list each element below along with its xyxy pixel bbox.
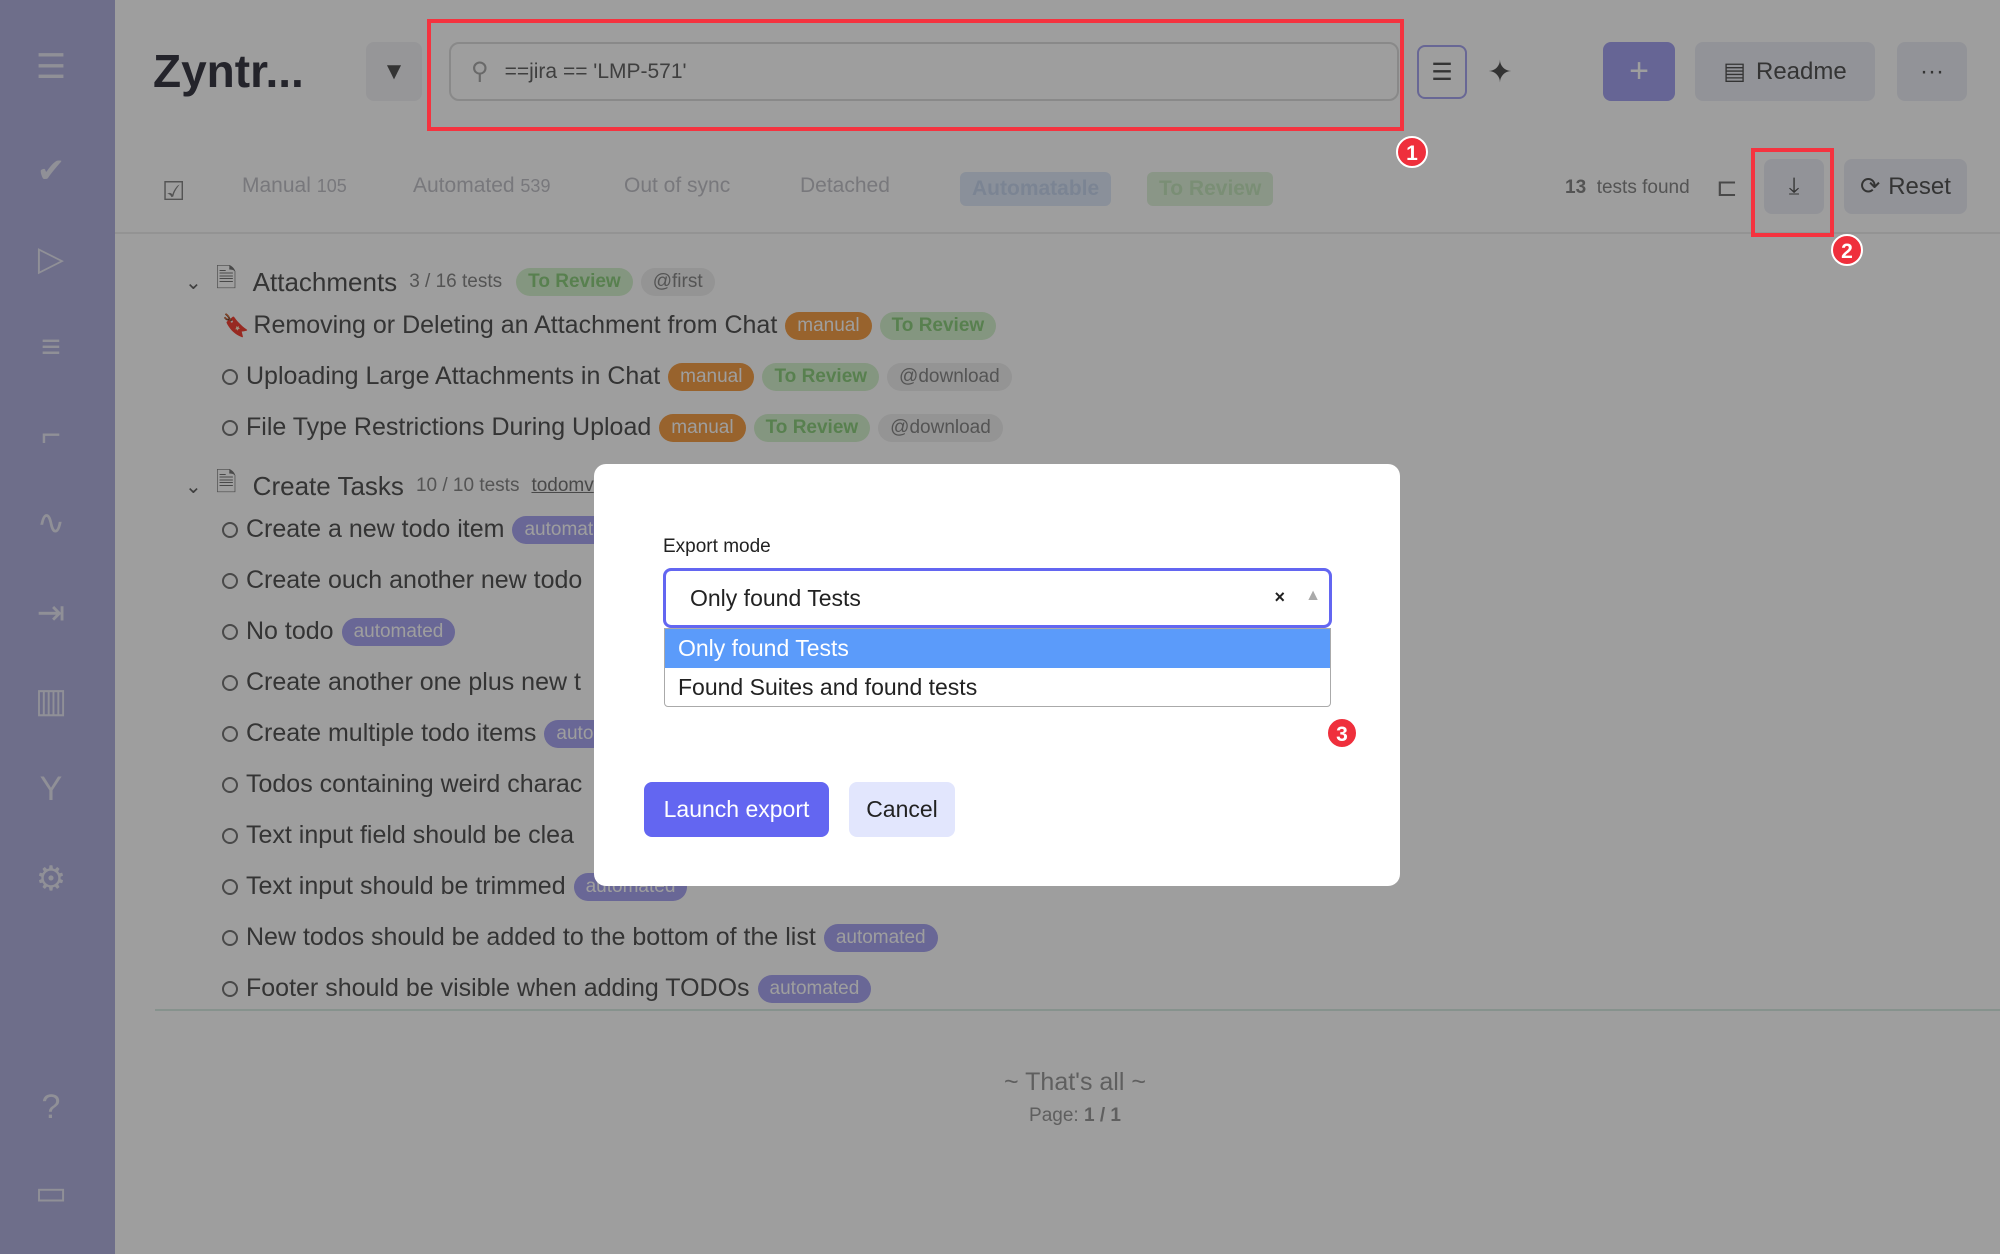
export-dialog: Export mode Only found Tests × ▲ Only fo… (594, 464, 1400, 886)
export-mode-select[interactable]: Only found Tests × ▲ (663, 568, 1332, 628)
export-mode-label: Export mode (663, 536, 771, 557)
annotation-box-search (427, 19, 1404, 131)
launch-export-button[interactable]: Launch export (644, 782, 829, 837)
annotation-badge-1: 1 (1396, 136, 1428, 168)
annotation-badge-2: 2 (1831, 234, 1863, 266)
annotation-box-export (1751, 148, 1834, 237)
export-mode-options: Only found Tests Found Suites and found … (664, 628, 1331, 707)
chevron-up-icon[interactable]: ▲ (1305, 587, 1321, 605)
cancel-button[interactable]: Cancel (849, 782, 955, 837)
annotation-badge-3: 3 (1326, 717, 1358, 749)
clear-icon[interactable]: × (1274, 587, 1285, 608)
option-only-found-tests[interactable]: Only found Tests (665, 629, 1330, 668)
selected-value: Only found Tests (690, 584, 861, 611)
option-found-suites-and-tests[interactable]: Found Suites and found tests (665, 668, 1330, 706)
